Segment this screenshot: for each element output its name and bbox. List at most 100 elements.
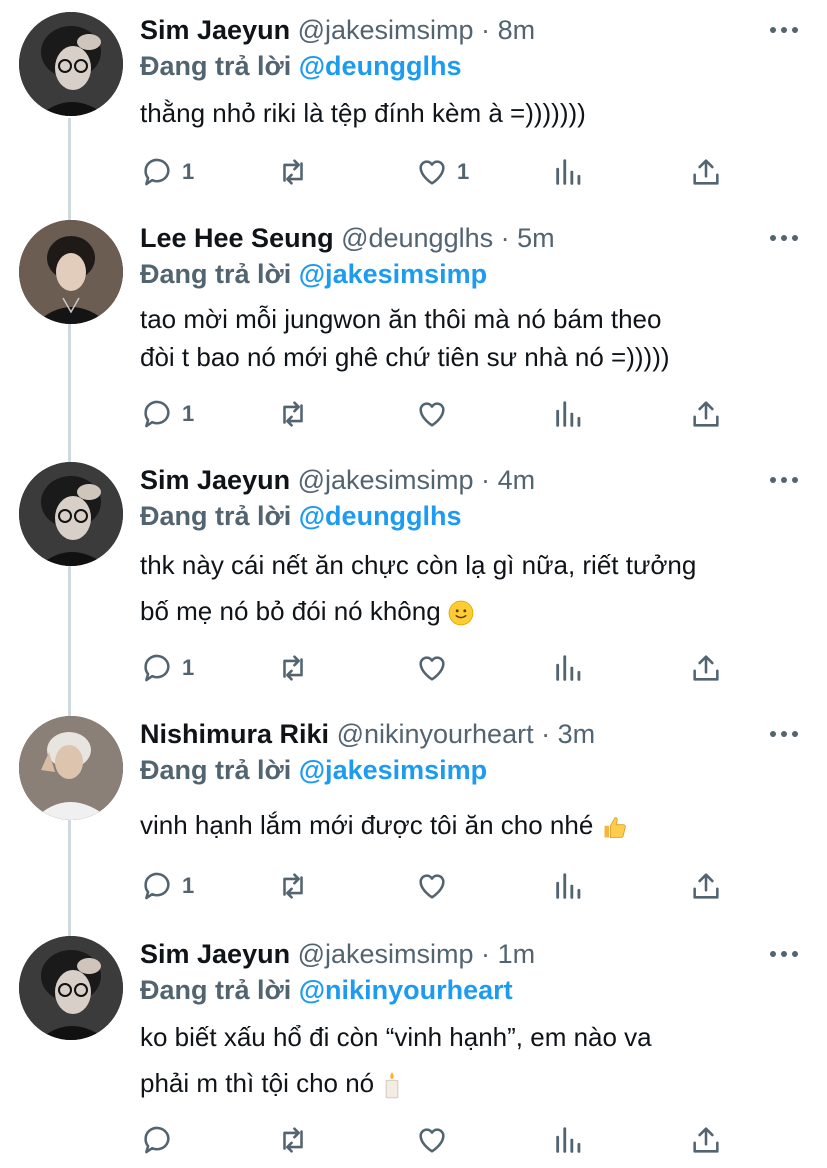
like-button[interactable] bbox=[415, 648, 457, 688]
tweet-text-line-with-emoji: phải m thì tội cho nó bbox=[140, 1060, 800, 1106]
reply-button[interactable]: 1 bbox=[140, 152, 194, 192]
user-handle[interactable]: @jakesimsimp bbox=[298, 465, 474, 495]
retweet-icon bbox=[283, 1127, 303, 1153]
retweet-button[interactable] bbox=[276, 394, 310, 434]
timestamp[interactable]: 3m bbox=[558, 719, 596, 749]
user-handle[interactable]: @jakesimsimp bbox=[298, 939, 474, 969]
replying-label: Đang trả lời bbox=[140, 51, 292, 81]
mention-link[interactable]: @nikinyourheart bbox=[299, 975, 513, 1005]
analytics-button[interactable] bbox=[552, 648, 586, 688]
share-button[interactable] bbox=[689, 1120, 723, 1160]
avatar[interactable] bbox=[19, 936, 123, 1040]
replying-label: Đang trả lời bbox=[140, 501, 292, 531]
reply-button[interactable] bbox=[140, 1120, 182, 1160]
separator-dot: · bbox=[481, 15, 491, 45]
heart-icon bbox=[419, 1128, 445, 1153]
retweet-icon bbox=[283, 873, 303, 899]
avatar[interactable] bbox=[19, 12, 123, 116]
timestamp[interactable]: 8m bbox=[498, 15, 536, 45]
analytics-button[interactable] bbox=[552, 394, 586, 434]
avatar-icon bbox=[19, 936, 123, 1040]
tweet-header: Sim Jaeyun @jakesimsimp · 8m bbox=[140, 12, 535, 48]
reply-button[interactable]: 1 bbox=[140, 394, 194, 434]
mention-link[interactable]: @jakesimsimp bbox=[299, 259, 487, 289]
mention-link[interactable]: @deungglhs bbox=[299, 51, 462, 81]
user-handle[interactable]: @jakesimsimp bbox=[298, 15, 474, 45]
like-button[interactable] bbox=[415, 1120, 457, 1160]
action-bar: 1 bbox=[140, 866, 740, 906]
avatar[interactable] bbox=[19, 220, 123, 324]
replying-label: Đang trả lời bbox=[140, 755, 292, 785]
avatar[interactable] bbox=[19, 716, 123, 820]
share-icon bbox=[693, 873, 719, 899]
analytics-icon bbox=[556, 159, 581, 185]
tweet-header: Nishimura Riki @nikinyourheart · 3m bbox=[140, 716, 595, 752]
share-button[interactable] bbox=[689, 866, 723, 906]
more-options-icon[interactable] bbox=[770, 462, 798, 498]
avatar-icon bbox=[19, 12, 123, 116]
replying-to: Đang trả lời @jakesimsimp bbox=[140, 752, 487, 788]
reply-icon bbox=[144, 1126, 170, 1154]
retweet-button[interactable] bbox=[276, 648, 310, 688]
retweet-icon bbox=[283, 655, 303, 681]
timestamp[interactable]: 1m bbox=[498, 939, 536, 969]
analytics-button[interactable] bbox=[552, 152, 586, 192]
share-button[interactable] bbox=[689, 648, 723, 688]
more-options-icon[interactable] bbox=[770, 220, 798, 256]
mention-link[interactable]: @jakesimsimp bbox=[299, 755, 487, 785]
share-button[interactable] bbox=[689, 394, 723, 434]
more-options-icon[interactable] bbox=[770, 936, 798, 972]
like-button[interactable]: 1 bbox=[415, 152, 469, 192]
share-button[interactable] bbox=[689, 152, 723, 192]
reply-button[interactable]: 1 bbox=[140, 648, 194, 688]
heart-icon bbox=[419, 160, 445, 185]
tweet-text-line: vinh hạnh lắm mới được tôi ăn cho nhé bbox=[140, 810, 594, 840]
tweet-text: ko biết xấu hổ đi còn “vinh hạnh”, em nà… bbox=[140, 1014, 800, 1106]
timestamp[interactable]: 4m bbox=[498, 465, 536, 495]
tweet-text-line: phải m thì tội cho nó bbox=[140, 1068, 375, 1098]
retweet-button[interactable] bbox=[276, 1120, 310, 1160]
tweet-text-line: thằng nhỏ riki là tệp đính kèm à =))))))… bbox=[140, 98, 586, 128]
replying-label: Đang trả lời bbox=[140, 975, 292, 1005]
display-name[interactable]: Sim Jaeyun bbox=[140, 939, 290, 969]
tweet-text: vinh hạnh lắm mới được tôi ăn cho nhé bbox=[140, 806, 800, 844]
analytics-button[interactable] bbox=[552, 1120, 586, 1160]
avatar-icon bbox=[19, 716, 123, 820]
reply-icon bbox=[144, 654, 170, 682]
display-name[interactable]: Sim Jaeyun bbox=[140, 465, 290, 495]
tweet-header: Sim Jaeyun @jakesimsimp · 1m bbox=[140, 936, 535, 972]
user-handle[interactable]: @nikinyourheart bbox=[337, 719, 534, 749]
thumbs-up-icon bbox=[604, 817, 626, 839]
retweet-button[interactable] bbox=[276, 152, 310, 192]
display-name[interactable]: Nishimura Riki bbox=[140, 719, 329, 749]
like-count: 1 bbox=[457, 159, 470, 184]
display-name[interactable]: Lee Hee Seung bbox=[140, 223, 334, 253]
analytics-icon bbox=[556, 873, 581, 899]
more-options-icon[interactable] bbox=[770, 12, 798, 48]
display-name[interactable]: Sim Jaeyun bbox=[140, 15, 290, 45]
analytics-icon bbox=[556, 655, 581, 681]
tweet-text-line: ko biết xấu hổ đi còn “vinh hạnh”, em nà… bbox=[140, 1022, 652, 1052]
mention-link[interactable]: @deungglhs bbox=[299, 501, 462, 531]
analytics-button[interactable] bbox=[552, 866, 586, 906]
tweet-text: tao mời mỗi jungwon ăn thôi mà nó bám th… bbox=[140, 300, 800, 376]
timestamp[interactable]: 5m bbox=[517, 223, 555, 253]
separator-dot: · bbox=[541, 719, 551, 749]
tweet-text-line: thk này cái nết ăn chực còn lạ gì nữa, r… bbox=[140, 550, 697, 580]
share-icon bbox=[693, 159, 719, 185]
action-bar: 1 1 bbox=[140, 152, 740, 192]
more-options-icon[interactable] bbox=[770, 716, 798, 752]
like-button[interactable] bbox=[415, 394, 457, 434]
reply-button[interactable]: 1 bbox=[140, 866, 194, 906]
reply-icon bbox=[144, 400, 170, 428]
user-handle[interactable]: @deungglhs bbox=[341, 223, 493, 253]
retweet-button[interactable] bbox=[276, 866, 310, 906]
heart-icon bbox=[419, 402, 445, 427]
replying-label: Đang trả lời bbox=[140, 259, 292, 289]
avatar[interactable] bbox=[19, 462, 123, 566]
candle-icon bbox=[386, 1072, 399, 1099]
like-button[interactable] bbox=[415, 866, 457, 906]
analytics-icon bbox=[556, 401, 581, 427]
reply-icon bbox=[144, 158, 170, 186]
heart-icon bbox=[419, 656, 445, 681]
